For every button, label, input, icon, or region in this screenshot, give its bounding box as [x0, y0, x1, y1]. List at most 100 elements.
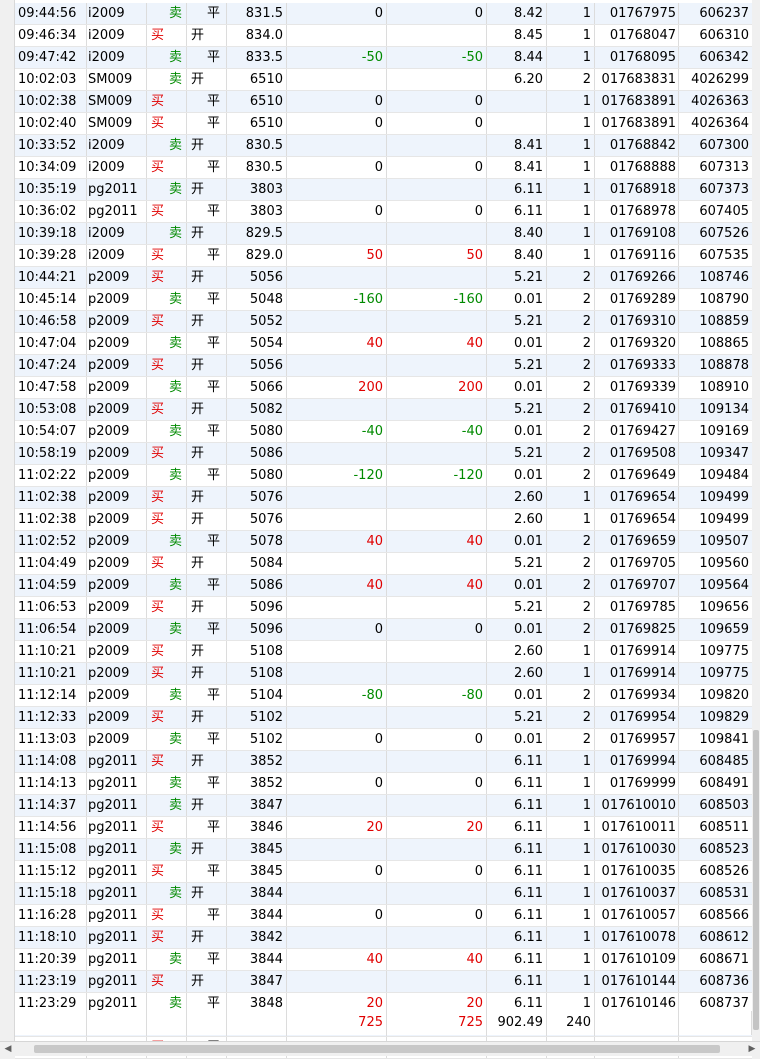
table-row[interactable]: 10:47:58 p2009 卖平 5066 200 200 0.01 2 01769339 10…: [15, 377, 752, 399]
quantity-cell: 1: [547, 927, 595, 948]
close-profit-cell: [287, 355, 387, 376]
table-row[interactable]: 10:36:02 pg2011 买平 3803 0 0 6.11 1 01768978 60740…: [15, 201, 752, 223]
table-row[interactable]: 11:04:59 p2009 卖平 5086 40 40 0.01 2 01769707 1095…: [15, 575, 752, 597]
table-row[interactable]: 11:10:21 p2009 买开 5108 2.60 1 01769914 109775: [15, 663, 752, 685]
scroll-right-arrow-icon[interactable]: ▶: [746, 1043, 758, 1055]
close-profit-cell: [287, 311, 387, 332]
table-row[interactable]: 09:46:34 i2009 买开 834.0 8.45 1 01768047 606310: [15, 25, 752, 47]
open-close-cell: 平: [187, 619, 227, 640]
table-row[interactable]: 11:14:56 pg2011 买平 3846 20 20 6.11 1 017610011 60…: [15, 817, 752, 839]
price-cell: 6510: [227, 113, 287, 134]
table-row[interactable]: 11:15:08 pg2011 卖开 3845 6.11 1 017610030 608523: [15, 839, 752, 861]
open-close-cell: 平: [187, 157, 227, 178]
table-row[interactable]: 11:10:21 p2009 买开 5108 2.60 1 01769914 109775: [15, 641, 752, 663]
order-id-cell: 01769266: [595, 267, 679, 288]
scroll-left-arrow-icon[interactable]: ◀: [2, 1043, 14, 1055]
table-row[interactable]: 11:14:13 pg2011 卖平 3852 0 0 6.11 1 01769999 60849…: [15, 773, 752, 795]
close-profit-cell: 40: [287, 949, 387, 970]
table-row[interactable]: 11:02:38 p2009 买开 5076 2.60 1 01769654 109499: [15, 509, 752, 531]
order-id-cell: 01769654: [595, 509, 679, 530]
table-row[interactable]: 10:58:19 p2009 买开 5086 5.21 2 01769508 109347: [15, 443, 752, 465]
table-row[interactable]: 10:39:18 i2009 卖开 829.5 8.40 1 01769108 607526: [15, 223, 752, 245]
horizontal-scroll-thumb[interactable]: [34, 1045, 720, 1053]
fee-cell: 6.11: [487, 949, 547, 970]
fee-cell: 6.20: [487, 69, 547, 90]
table-row[interactable]: 11:15:18 pg2011 卖开 3844 6.11 1 017610037 608531: [15, 883, 752, 905]
fee-cell: 0.01: [487, 531, 547, 552]
float-profit-cell: 200: [387, 377, 487, 398]
trade-time-cell: 10:53:08: [15, 399, 87, 420]
table-row[interactable]: 10:02:40 SM009 买平 6510 0 0 1 017683891 4026364: [15, 113, 752, 135]
table-row[interactable]: 10:02:03 SM009 卖开 6510 6.20 2 017683831 4026299: [15, 69, 752, 91]
price-cell: 5108: [227, 641, 287, 662]
fee-cell: 5.21: [487, 707, 547, 728]
contract-code-cell: pg2011: [87, 201, 147, 222]
order-id-cell: 01769957: [595, 729, 679, 750]
table-row[interactable]: 09:44:56 i2009 卖平 831.5 0 0 8.42 1 01767975 60623…: [15, 3, 752, 25]
order-id-cell: 01769508: [595, 443, 679, 464]
close-profit-cell: 0: [287, 201, 387, 222]
quantity-cell: 2: [547, 377, 595, 398]
fee-cell: 0.01: [487, 729, 547, 750]
price-cell: 5096: [227, 619, 287, 640]
buy-sell-cell: 买: [147, 245, 187, 266]
fee-cell: 6.11: [487, 971, 547, 992]
table-row[interactable]: 10:39:28 i2009 买平 829.0 50 50 8.40 1 01769116 607…: [15, 245, 752, 267]
order-id-cell: 01769825: [595, 619, 679, 640]
buy-sell-cell: 卖: [147, 3, 187, 24]
table-row[interactable]: 11:14:08 pg2011 买开 3852 6.11 1 01769994 608485: [15, 751, 752, 773]
horizontal-scrollbar[interactable]: ◀ ▶: [0, 1041, 760, 1056]
order-id-cell: 01769914: [595, 641, 679, 662]
contract-code-cell: i2009: [87, 3, 147, 24]
buy-sell-cell: 买: [147, 861, 187, 882]
fee-cell: 6.11: [487, 179, 547, 200]
table-row[interactable]: 11:18:10 pg2011 买开 3842 6.11 1 017610078 608612: [15, 927, 752, 949]
quantity-cell: 1: [547, 795, 595, 816]
table-row[interactable]: 11:16:28 pg2011 买平 3844 0 0 6.11 1 017610057 6085…: [15, 905, 752, 927]
table-row[interactable]: 10:47:24 p2009 买开 5056 5.21 2 01769333 108878: [15, 355, 752, 377]
table-row[interactable]: 11:06:53 p2009 买开 5096 5.21 2 01769785 109656: [15, 597, 752, 619]
table-row[interactable]: 11:06:54 p2009 卖平 5096 0 0 0.01 2 01769825 109659: [15, 619, 752, 641]
table-row[interactable]: 10:47:04 p2009 卖平 5054 40 40 0.01 2 01769320 1088…: [15, 333, 752, 355]
fee-cell: 5.21: [487, 355, 547, 376]
table-row[interactable]: 10:46:58 p2009 买开 5052 5.21 2 01769310 108859: [15, 311, 752, 333]
deal-id-cell: 108790: [699, 292, 749, 307]
close-profit-cell: [287, 927, 387, 948]
contract-code-cell: p2009: [87, 267, 147, 288]
table-row[interactable]: 11:12:33 p2009 买开 5102 5.21 2 01769954 109829: [15, 707, 752, 729]
order-id-cell: 01768095: [595, 47, 679, 68]
order-id-cell: 01769785: [595, 597, 679, 618]
table-row[interactable]: 11:23:19 pg2011 买开 3847 6.11 1 017610144 608736: [15, 971, 752, 993]
open-close-cell: 开: [187, 69, 227, 90]
table-row[interactable]: 11:02:38 p2009 买开 5076 2.60 1 01769654 109499: [15, 487, 752, 509]
buy-sell-cell: 买: [147, 355, 187, 376]
vertical-scrollbar[interactable]: [752, 0, 760, 1042]
open-close-cell: 平: [187, 905, 227, 926]
table-row[interactable]: 11:02:52 p2009 卖平 5078 40 40 0.01 2 01769659 1095…: [15, 531, 752, 553]
table-row[interactable]: 11:04:49 p2009 买开 5084 5.21 2 01769705 109560: [15, 553, 752, 575]
buy-sell-cell: 买: [147, 487, 187, 508]
table-row[interactable]: 09:47:42 i2009 卖平 833.5 -50 -50 8.44 1 01768095 6…: [15, 47, 752, 69]
table-row[interactable]: 11:15:12 pg2011 买平 3845 0 0 6.11 1 017610035 6085…: [15, 861, 752, 883]
open-close-cell: 平: [187, 421, 227, 442]
table-row[interactable]: 11:02:22 p2009 卖平 5080 -120 -120 0.01 2 01769649…: [15, 465, 752, 487]
table-row[interactable]: 11:12:14 p2009 卖平 5104 -80 -80 0.01 2 01769934 10…: [15, 685, 752, 707]
table-row[interactable]: 10:35:19 pg2011 卖开 3803 6.11 1 01768918 607373: [15, 179, 752, 201]
open-close-cell: 开: [187, 135, 227, 156]
table-row[interactable]: 11:14:37 pg2011 卖开 3847 6.11 1 017610010 608503: [15, 795, 752, 817]
table-row[interactable]: 10:02:38 SM009 买平 6510 0 0 1 017683891 4026363: [15, 91, 752, 113]
fee-cell: 6.11: [487, 927, 547, 948]
float-profit-cell: [387, 355, 487, 376]
table-row[interactable]: 10:54:07 p2009 卖平 5080 -40 -40 0.01 2 01769427 10…: [15, 421, 752, 443]
fee-cell: 8.44: [487, 47, 547, 68]
table-row[interactable]: 11:20:39 pg2011 卖平 3844 40 40 6.11 1 017610109 60…: [15, 949, 752, 971]
table-row[interactable]: 10:44:21 p2009 买开 5056 5.21 2 01769266 108746: [15, 267, 752, 289]
table-row[interactable]: 11:13:03 p2009 卖平 5102 0 0 0.01 2 01769957 109841: [15, 729, 752, 751]
table-row[interactable]: 10:53:08 p2009 买开 5082 5.21 2 01769410 109134: [15, 399, 752, 421]
table-row[interactable]: 10:33:52 i2009 卖开 830.5 8.41 1 01768842 607300: [15, 135, 752, 157]
table-row[interactable]: 10:45:14 p2009 卖平 5048 -160 -160 0.01 2 01769289…: [15, 289, 752, 311]
deal-id-cell: 109656: [699, 600, 749, 615]
deal-id-cell: 608491: [699, 776, 749, 791]
table-row[interactable]: 10:34:09 i2009 买平 830.5 0 0 8.41 1 01768888 60731…: [15, 157, 752, 179]
vertical-scroll-thumb[interactable]: [753, 730, 759, 1030]
